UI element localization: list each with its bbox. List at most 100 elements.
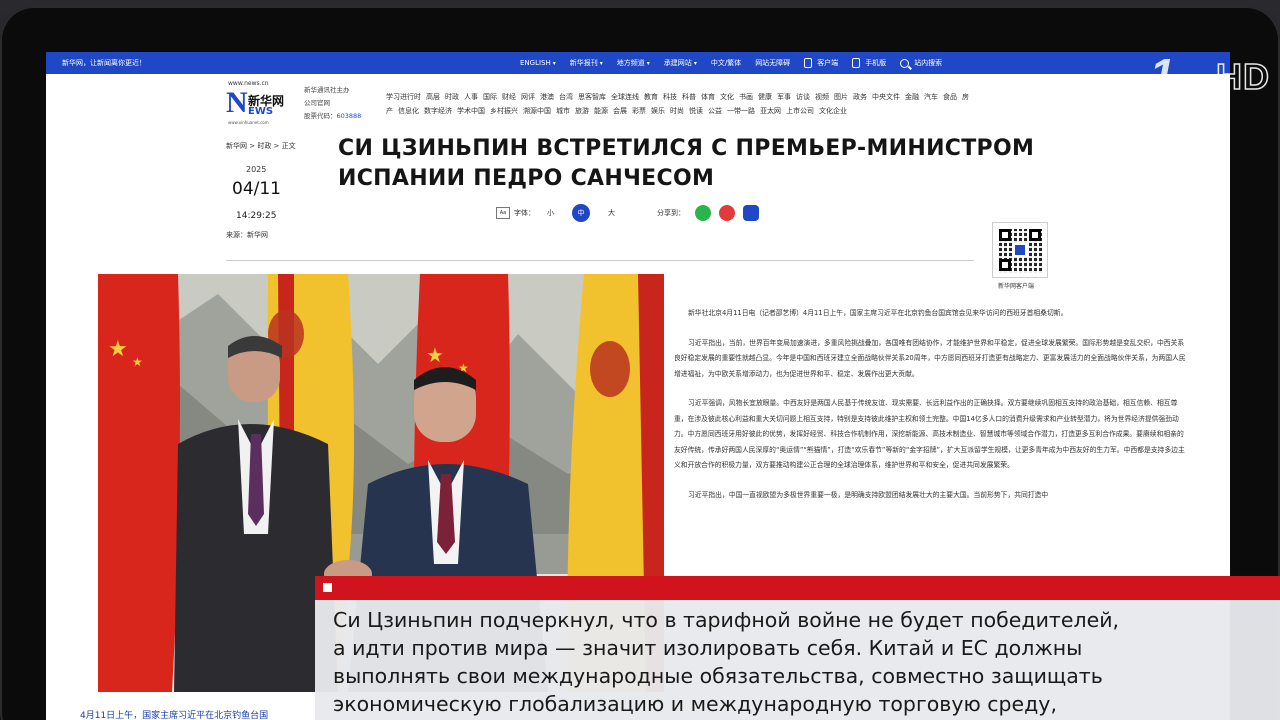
category-link[interactable]: 悦读 [689, 107, 703, 115]
category-link[interactable]: 学习进行时 [386, 93, 421, 101]
stock-code-value[interactable]: 603888 [337, 112, 362, 120]
category-link[interactable]: 亚太网 [760, 107, 781, 115]
header-divider [226, 260, 974, 261]
nav-sites-label: 承建网站 [663, 59, 692, 67]
qr-corner [999, 259, 1011, 271]
category-link[interactable]: 娱乐 [651, 107, 665, 115]
top-links: ENGLISH ▾ 新华报刊 ▾ 地方频道 ▾ 承建网站 ▾ 中文/繁体 网站无障碍 客… [520, 52, 942, 74]
breadcrumb[interactable]: 新华网 > 时政 > 正文 [226, 141, 296, 151]
nav-newspapers[interactable]: 新华报刊 ▾ [570, 58, 603, 68]
category-link[interactable]: 人事 [464, 93, 478, 101]
category-link[interactable]: 高层 [426, 93, 440, 101]
chevron-down-icon: ▾ [693, 59, 697, 67]
org-line2: 公司官网 [304, 99, 330, 107]
category-link[interactable]: 教育 [644, 93, 658, 101]
category-link[interactable]: 食品 [943, 93, 957, 101]
category-link[interactable]: 金融 [905, 93, 919, 101]
category-link[interactable]: 视频 [815, 93, 829, 101]
category-link[interactable]: 科技 [663, 93, 677, 101]
category-link[interactable]: 会展 [613, 107, 627, 115]
qr-logo [1013, 243, 1027, 257]
category-link[interactable]: 国际 [483, 93, 497, 101]
logo-mark: N [226, 88, 248, 118]
channel-one-mark: 1 [1150, 50, 1175, 99]
category-link[interactable]: 文化企业 [819, 107, 847, 115]
nav-local[interactable]: 地方频道 ▾ [617, 58, 650, 68]
weibo-share-icon[interactable] [719, 205, 735, 221]
category-link[interactable]: 公益 [708, 107, 722, 115]
category-link[interactable]: 溯源中国 [523, 107, 551, 115]
nav-english[interactable]: ENGLISH ▾ [520, 59, 556, 67]
channel-hd-mark: HD [1215, 55, 1270, 98]
org-line1: 新华通讯社主办 [304, 86, 350, 94]
logo-ews: EWS [248, 106, 274, 117]
font-large-button[interactable]: 大 [608, 208, 615, 218]
category-link[interactable]: 政务 [853, 93, 867, 101]
flag-star: ★ [426, 343, 444, 367]
category-link[interactable]: 能源 [594, 107, 608, 115]
font-medium-button[interactable]: 中 [572, 204, 590, 222]
category-navigation: 学习进行时 高层 时政 人事 国际 财经 网评 港澳 台湾 思客智库 全球连线 教育 科技 科普 体育 文化书… [386, 90, 976, 118]
category-link[interactable]: 港澳 [540, 93, 554, 101]
qr-corner [999, 229, 1011, 241]
article-paragraph: 新华社北京4月11日电（记者邵艺博）4月11日上午，国家主席习近平在北京钓鱼台国… [688, 309, 1068, 317]
category-link[interactable]: 军事 [777, 93, 791, 101]
nav-search[interactable]: 站内搜索 [900, 58, 942, 68]
category-link[interactable]: 网评 [521, 93, 535, 101]
logo-n: N [226, 86, 248, 119]
nav-mobile[interactable]: 手机版 [852, 58, 886, 68]
category-link[interactable]: 乡村振兴 [490, 107, 518, 115]
article-source: 来源：新华网 [226, 231, 268, 239]
category-link[interactable]: 思客智库 [578, 93, 606, 101]
category-link[interactable]: 旅游 [575, 107, 589, 115]
nav-sites[interactable]: 承建网站 ▾ [664, 58, 697, 68]
category-link[interactable]: 健康 [758, 93, 772, 101]
qzone-share-icon[interactable] [743, 205, 759, 221]
coat-of-arms [590, 341, 630, 397]
category-link[interactable]: 上市公司 [786, 107, 814, 115]
stock-code-label: 股票代码： [304, 112, 337, 120]
category-link[interactable]: 一带一路 [727, 107, 755, 115]
qr-label: 新华网客户端 [998, 283, 1035, 290]
article-paragraph: 习近平强调，风物长宜放眼量。中西友好是两国人民基于传统友谊、现实需要、长远利益作… [674, 399, 1185, 469]
nav-search-label: 站内搜索 [914, 59, 943, 67]
category-link[interactable]: 图片 [834, 93, 848, 101]
nav-client[interactable]: 客户端 [804, 58, 838, 68]
welcome-text: 新华网，让新闻离你更近！ [62, 59, 146, 67]
nav-local-label: 地方频道 [616, 59, 645, 67]
category-link[interactable]: 文化 [720, 93, 734, 101]
qr-corner [1029, 229, 1041, 241]
category-link[interactable]: 时尚 [670, 107, 684, 115]
category-link[interactable]: 汽车 [924, 93, 938, 101]
nav-traditional[interactable]: 中文/繁体 [711, 58, 741, 68]
category-link[interactable]: 访谈 [796, 93, 810, 101]
category-link[interactable]: 信息化 [398, 107, 419, 115]
category-link[interactable]: 数字经济 [424, 107, 452, 115]
category-link[interactable]: 书画 [739, 93, 753, 101]
category-link[interactable]: 学术中国 [457, 107, 485, 115]
category-link[interactable]: 城市 [556, 107, 570, 115]
font-size-icon: Aa [496, 207, 510, 219]
chevron-down-icon: ▾ [646, 59, 650, 67]
category-link[interactable]: 时政 [445, 93, 459, 101]
lower-third-caption: Си Цзиньпин подчеркнул, что в тарифной в… [315, 600, 1280, 720]
site-logo[interactable]: www.news.cn N 新华网 EWS www.xinhuanet.com [226, 78, 296, 126]
qr-code [992, 222, 1048, 278]
article-body: 新华社北京4月11日电（记者邵艺博）4月11日上午，国家主席习近平在北京钓鱼台国… [674, 306, 1190, 517]
category-link[interactable]: 体育 [701, 93, 715, 101]
search-icon [900, 58, 910, 68]
category-link[interactable]: 中央文件 [872, 93, 900, 101]
category-link[interactable]: 财经 [502, 93, 516, 101]
category-link[interactable]: 科普 [682, 93, 696, 101]
top-navigation-bar: 新华网，让新闻离你更近！ ENGLISH ▾ 新华报刊 ▾ 地方频道 ▾ 承建网站 ▾ … [46, 52, 1230, 74]
category-link[interactable]: 台湾 [559, 93, 573, 101]
category-link[interactable]: 全球连线 [611, 93, 639, 101]
tv-frame: 新华网，让新闻离你更近！ ENGLISH ▾ 新华报刊 ▾ 地方频道 ▾ 承建网站 ▾ … [0, 0, 1280, 720]
nav-accessibility[interactable]: 网站无障碍 [755, 58, 790, 68]
wechat-share-icon[interactable] [695, 205, 711, 221]
font-small-button[interactable]: 小 [547, 208, 554, 218]
publish-year: 2025 [246, 165, 267, 174]
publish-date: 04/11 [232, 179, 281, 199]
category-link[interactable]: 彩票 [632, 107, 646, 115]
share-label: 分享到： [657, 209, 685, 217]
